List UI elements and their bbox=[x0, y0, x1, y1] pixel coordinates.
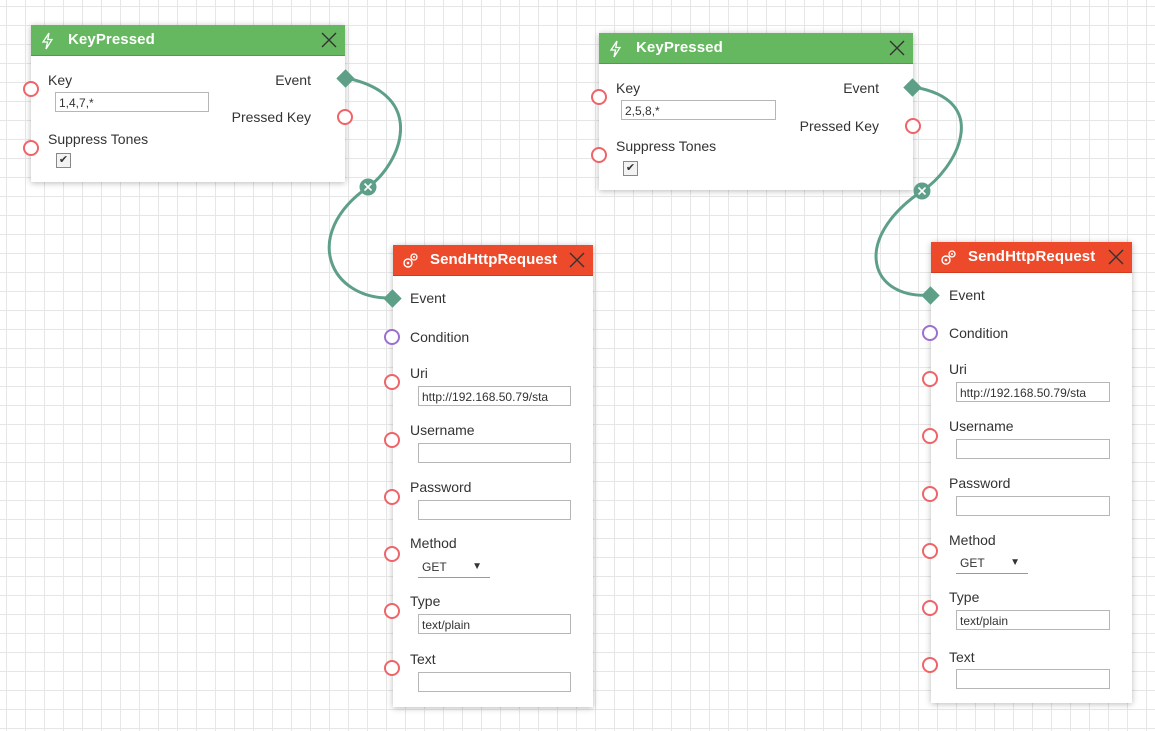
close-icon[interactable] bbox=[887, 38, 907, 58]
node-header[interactable]: KeyPressed bbox=[599, 33, 913, 64]
method-value: GET bbox=[960, 556, 985, 570]
pressed-key-output-port[interactable] bbox=[905, 118, 921, 134]
pressed-key-output-port[interactable] bbox=[337, 109, 353, 125]
password-input[interactable] bbox=[956, 496, 1110, 516]
username-label: Username bbox=[949, 418, 1014, 434]
text-input-port[interactable] bbox=[922, 657, 938, 673]
uri-label: Uri bbox=[410, 365, 428, 381]
text-input-port[interactable] bbox=[384, 660, 400, 676]
password-label: Password bbox=[949, 475, 1011, 491]
text-input[interactable] bbox=[418, 672, 571, 692]
lightning-icon bbox=[609, 40, 622, 58]
username-input[interactable] bbox=[418, 443, 571, 463]
key-input[interactable]: 2,5,8,* bbox=[621, 100, 776, 120]
key-input-port[interactable] bbox=[591, 89, 607, 105]
condition-input-port[interactable] bbox=[922, 325, 938, 341]
method-select[interactable]: GET ▼ bbox=[956, 553, 1028, 574]
type-label: Type bbox=[410, 593, 441, 609]
key-label: Key bbox=[616, 80, 641, 96]
node-header[interactable]: KeyPressed bbox=[31, 25, 345, 56]
uri-input-port[interactable] bbox=[384, 374, 400, 390]
condition-input-port[interactable] bbox=[384, 329, 400, 345]
key-input-port[interactable] bbox=[23, 81, 39, 97]
username-input-port[interactable] bbox=[384, 432, 400, 448]
password-label: Password bbox=[410, 479, 472, 495]
password-input-port[interactable] bbox=[922, 486, 938, 502]
method-select[interactable]: GET ▼ bbox=[418, 557, 490, 578]
method-label: Method bbox=[949, 532, 996, 548]
event-output-label: Event bbox=[275, 72, 311, 88]
password-input[interactable] bbox=[418, 500, 571, 520]
suppress-tones-checkbox[interactable]: ✔ bbox=[623, 161, 638, 176]
caret-down-icon: ▼ bbox=[1010, 557, 1020, 568]
key-input[interactable]: 1,4,7,* bbox=[55, 92, 209, 112]
text-label: Text bbox=[949, 649, 975, 665]
condition-label: Condition bbox=[949, 325, 1009, 341]
node-title: SendHttpRequest bbox=[430, 251, 558, 268]
type-input[interactable]: text/plain bbox=[418, 614, 571, 634]
type-label: Type bbox=[949, 589, 980, 605]
type-input[interactable]: text/plain bbox=[956, 610, 1110, 630]
condition-label: Condition bbox=[410, 329, 470, 345]
type-input-port[interactable] bbox=[384, 603, 400, 619]
text-label: Text bbox=[410, 651, 436, 667]
connection-delete-icon[interactable] bbox=[359, 178, 377, 196]
pressed-key-output-label: Pressed Key bbox=[231, 109, 311, 125]
event-output-label: Event bbox=[843, 80, 879, 96]
close-icon[interactable] bbox=[567, 250, 587, 270]
close-icon[interactable] bbox=[319, 30, 339, 50]
key-label: Key bbox=[48, 72, 73, 88]
keypressed-node[interactable]: KeyPressed Key 2,5,8,* Suppress Tones ✔ … bbox=[599, 33, 913, 190]
sendhttprequest-node[interactable]: SendHttpRequest Event Condition Uri http… bbox=[393, 245, 593, 707]
pressed-key-output-label: Pressed Key bbox=[799, 118, 879, 134]
node-header[interactable]: SendHttpRequest bbox=[393, 245, 593, 276]
gears-icon bbox=[403, 253, 418, 268]
close-icon[interactable] bbox=[1106, 247, 1126, 267]
uri-input[interactable]: http://192.168.50.79/sta bbox=[418, 386, 571, 406]
event-input-label: Event bbox=[410, 290, 446, 306]
node-title: SendHttpRequest bbox=[968, 248, 1096, 265]
username-input-port[interactable] bbox=[922, 428, 938, 444]
text-input[interactable] bbox=[956, 669, 1110, 689]
suppress-tones-input-port[interactable] bbox=[591, 147, 607, 163]
suppress-tones-label: Suppress Tones bbox=[616, 138, 717, 154]
sendhttprequest-node[interactable]: SendHttpRequest Event Condition Uri http… bbox=[931, 242, 1132, 703]
method-input-port[interactable] bbox=[384, 546, 400, 562]
node-title: KeyPressed bbox=[636, 39, 723, 56]
keypressed-node[interactable]: KeyPressed Key 1,4,7,* Suppress Tones ✔ … bbox=[31, 25, 345, 182]
username-label: Username bbox=[410, 422, 475, 438]
connection-delete-icon[interactable] bbox=[913, 182, 931, 200]
suppress-tones-input-port[interactable] bbox=[23, 140, 39, 156]
suppress-tones-checkbox[interactable]: ✔ bbox=[56, 153, 71, 168]
type-input-port[interactable] bbox=[922, 600, 938, 616]
lightning-icon bbox=[41, 32, 54, 50]
method-input-port[interactable] bbox=[922, 543, 938, 559]
event-input-label: Event bbox=[949, 287, 985, 303]
uri-label: Uri bbox=[949, 361, 967, 377]
uri-input[interactable]: http://192.168.50.79/sta bbox=[956, 382, 1110, 402]
gears-icon bbox=[941, 250, 956, 265]
method-value: GET bbox=[422, 560, 447, 574]
method-label: Method bbox=[410, 535, 457, 551]
username-input[interactable] bbox=[956, 439, 1110, 459]
uri-input-port[interactable] bbox=[922, 371, 938, 387]
caret-down-icon: ▼ bbox=[472, 561, 482, 572]
node-header[interactable]: SendHttpRequest bbox=[931, 242, 1132, 273]
node-title: KeyPressed bbox=[68, 31, 155, 48]
password-input-port[interactable] bbox=[384, 489, 400, 505]
suppress-tones-label: Suppress Tones bbox=[48, 131, 149, 147]
